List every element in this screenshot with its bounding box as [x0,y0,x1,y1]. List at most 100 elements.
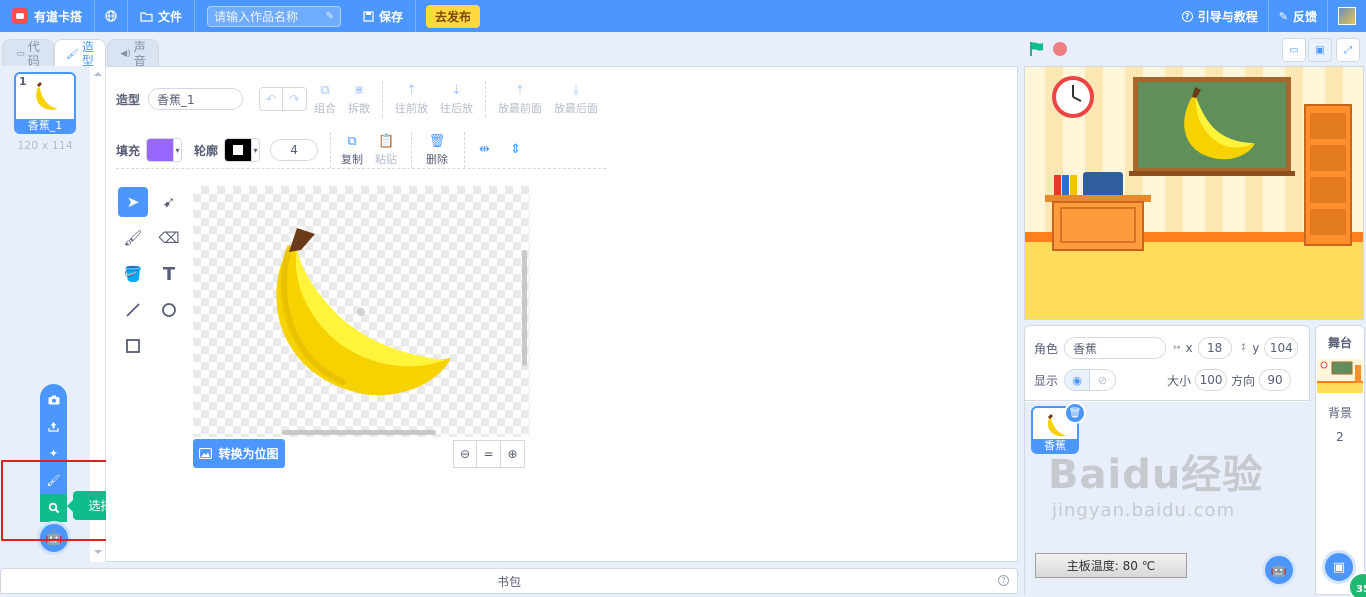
classroom-backdrop [1025,67,1363,319]
paste-icon: 📋 [377,133,395,149]
forward-button[interactable]: ⇡ 往前放 [395,83,428,116]
upload-button[interactable] [40,413,67,440]
line-tool[interactable] [118,295,148,325]
watermark-brand: Baidu经验 [1048,452,1264,498]
redo-button[interactable]: ↷ [283,87,308,111]
sprite-name-row: 角色 香蕉 [1034,337,1167,359]
text-tool[interactable]: T [154,259,184,289]
camera-button[interactable] [40,386,67,413]
y-input[interactable]: 104 [1264,337,1299,359]
fill-tool[interactable]: 🪣 [118,259,148,289]
flip-vertical-button[interactable]: ⇕ [510,142,521,158]
fill-color-picker[interactable]: ▾ [146,138,183,162]
show-button[interactable]: ◉ [1064,369,1091,391]
fullscreen-button[interactable]: ⤢ [1336,38,1360,62]
x-input[interactable]: 18 [1197,337,1232,359]
zoom-out-button[interactable]: ⊖ [453,440,477,468]
project-title-input[interactable]: 请输入作品名称 ✎ [207,5,342,27]
direction-label: 方向 [1231,373,1256,388]
convert-to-bitmap-button[interactable]: 转换为位图 [193,439,285,468]
sprite-ai-button[interactable]: 🤖 [1262,553,1296,587]
large-stage-icon: ▣ [1315,44,1325,56]
brush-icon: 🖌 [66,48,79,60]
file-menu[interactable]: 文件 [140,8,182,25]
tab-code[interactable]: ▭ 代码 [2,39,54,68]
user-avatar[interactable] [1338,7,1356,25]
backdrop-label: 背景 [1327,406,1352,420]
front-icon: ⤒ [517,82,523,98]
backward-button[interactable]: ⇣ 往后放 [440,83,473,116]
scroll-down-arrow-icon[interactable] [94,550,102,554]
drawing-canvas[interactable] [193,186,530,437]
large-stage-button[interactable]: ▣ [1308,38,1332,62]
costume-name-row: 造型 香蕉_1 ↶ ↷ [116,87,308,111]
board-temperature-button[interactable]: 主板温度: 80 ℃ [1035,553,1187,578]
ungroup-button[interactable]: ⋇ 拆散 [348,83,370,116]
group-label: 组合 [314,101,336,115]
brand-logo-icon [12,8,28,24]
rectangle-tool[interactable] [118,331,148,361]
publish-button[interactable]: 去发布 [426,4,481,28]
zoom-reset-button[interactable]: = [477,440,501,468]
costume-name-input[interactable]: 香蕉_1 [148,88,244,110]
trash-icon: 🗑 [1068,407,1082,419]
tab-costumes[interactable]: 🖌 造型 [54,39,106,68]
flip-vertical-icon: ⇕ [509,142,521,157]
forward-icon: ⇡ [406,82,417,98]
backpack-bar[interactable]: 书包 ? [0,568,1018,594]
save-button[interactable]: 保存 [363,8,403,25]
undo-button[interactable]: ↶ [259,87,284,111]
flip-horizontal-button[interactable]: ⇹ [479,142,490,158]
toolbar-separator [464,132,466,168]
stop-icon[interactable] [1053,42,1067,56]
y-arrows-icon: ↕ [1239,343,1248,353]
tab-sounds[interactable]: ◀) 声音 [107,39,159,68]
brush-tool[interactable]: 🖌 [118,223,148,253]
eye-icon: ◉ [1072,373,1082,387]
direction-input[interactable]: 90 [1259,369,1292,391]
surprise-icon: ✦ [48,447,59,460]
green-flag-icon[interactable] [1029,41,1045,57]
topbar-divider [415,0,417,32]
circle-tool[interactable] [154,295,184,325]
copy-button[interactable]: ⧉ 复制 [341,134,363,167]
stage-canvas[interactable] [1024,66,1364,320]
toolbar-divider [116,168,606,169]
feedback-label: 反馈 [1292,9,1317,24]
zoom-in-button[interactable]: ⊕ [501,440,525,468]
back-button[interactable]: ⤓ 放最后面 [554,83,598,116]
outline-width-input[interactable]: 4 [270,139,319,161]
backdrop-count: 2 [1336,430,1344,444]
zoom-controls: ⊖ = ⊕ [453,440,525,468]
front-button[interactable]: ⤒ 放最前面 [498,83,542,116]
stage-header: ▭ ▣ ⤢ [1024,36,1364,66]
undo-icon: ↶ [265,92,277,106]
size-input[interactable]: 100 [1195,369,1228,391]
watermark-url: jingyan.baidu.com [1052,500,1236,521]
size-label: 大小 [1167,373,1192,388]
help-icon[interactable]: ? [998,575,1009,586]
eraser-tool[interactable]: ⌫ [154,223,184,253]
select-tool[interactable]: ➤ [118,187,148,217]
paint-bucket-icon: 🪣 [123,265,143,283]
feedback-button[interactable]: ✎ 反馈 [1279,8,1317,25]
language-button[interactable] [105,10,117,22]
costume-item[interactable]: 1 香蕉_1 [14,72,76,134]
delete-button[interactable]: 🗑 删除 [426,134,448,167]
sprite-label: 角色 [1034,341,1059,356]
outline-color-picker[interactable]: ▾ [224,138,261,162]
group-button[interactable]: ⧉ 组合 [314,83,336,116]
visibility-toggle: ◉ ⊘ [1064,369,1117,391]
scroll-up-arrow-icon[interactable] [94,72,102,76]
brand[interactable]: 有道卡搭 [0,8,82,25]
image-icon [199,448,213,459]
small-stage-button[interactable]: ▭ [1282,38,1306,62]
canvas-horizontal-scrollbar[interactable] [282,430,436,435]
canvas-vertical-scrollbar[interactable] [522,250,527,366]
hide-button[interactable]: ⊘ [1090,369,1117,391]
delete-sprite-button[interactable]: 🗑 [1064,402,1086,424]
sprite-name-input[interactable]: 香蕉 [1064,337,1167,359]
reshape-tool[interactable]: ➹ [154,187,184,217]
paste-button[interactable]: 📋 粘贴 [375,134,397,167]
guide-button[interactable]: ? 引导与教程 [1181,8,1258,25]
